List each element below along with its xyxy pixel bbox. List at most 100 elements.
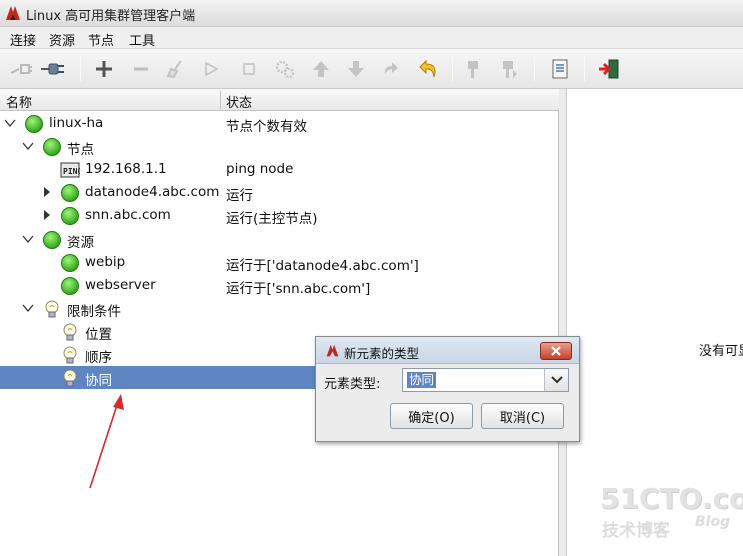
expand-arrow-right-icon[interactable] bbox=[41, 209, 53, 221]
lightbulb-icon bbox=[60, 345, 80, 365]
tree-row[interactable]: snn.abc.com 运行(主控节点) bbox=[0, 204, 559, 227]
tree-row-name: 位置 bbox=[85, 326, 112, 343]
menu-tools[interactable]: 工具 bbox=[127, 29, 157, 50]
column-name[interactable]: 名称 bbox=[6, 92, 32, 111]
element-type-dropdown-button[interactable] bbox=[544, 369, 568, 391]
tree-row[interactable]: 限制条件 bbox=[0, 297, 559, 320]
move-down-button[interactable] bbox=[343, 56, 369, 82]
view-xml-button[interactable] bbox=[547, 56, 573, 82]
tree-row-status: 运行(主控节点) bbox=[226, 211, 318, 228]
tree-row-status: 运行于['snn.abc.com'] bbox=[226, 280, 371, 297]
document-icon bbox=[552, 59, 568, 79]
disconnect-button[interactable] bbox=[8, 56, 34, 82]
column-status[interactable]: 状态 bbox=[226, 92, 252, 111]
expand-arrow-right-icon[interactable] bbox=[41, 186, 53, 198]
cancel-button[interactable]: 取消(C) bbox=[481, 403, 564, 429]
details-message: 没有可显 bbox=[699, 344, 743, 359]
cleanup-button[interactable] bbox=[163, 56, 189, 82]
tree-row[interactable]: webip 运行于['datanode4.abc.com'] bbox=[0, 251, 559, 274]
tree-row-name: webip bbox=[85, 253, 126, 270]
expand-arrow-down-icon[interactable] bbox=[22, 140, 34, 152]
tree-row-status: 运行于['datanode4.abc.com'] bbox=[226, 257, 419, 274]
element-type-select[interactable]: 协同 bbox=[402, 368, 569, 392]
watermark-brand: 51CTO.com bbox=[600, 482, 743, 515]
tree-row[interactable]: PING 192.168.1.1 ping node bbox=[0, 158, 559, 181]
menu-nodes[interactable]: 节点 bbox=[86, 29, 116, 50]
undo-icon bbox=[419, 59, 436, 78]
stop-button[interactable] bbox=[236, 56, 262, 82]
tree-row-name: 192.168.1.1 bbox=[85, 161, 167, 178]
tree-row-name: snn.abc.com bbox=[85, 207, 171, 224]
add-button[interactable] bbox=[91, 56, 117, 82]
linux-ha-logo-icon bbox=[326, 344, 339, 357]
green-circle-icon bbox=[60, 276, 80, 296]
broom-icon bbox=[166, 60, 182, 79]
green-circle-icon bbox=[60, 183, 80, 203]
green-circle-icon bbox=[60, 253, 80, 273]
start-button[interactable] bbox=[198, 56, 224, 82]
tree-row-status: ping node bbox=[226, 161, 294, 178]
expand-arrow-down-icon[interactable] bbox=[22, 302, 34, 314]
redo-button[interactable] bbox=[377, 56, 403, 82]
tree-row-name: 顺序 bbox=[85, 350, 112, 366]
svg-text:PING: PING bbox=[63, 167, 80, 176]
toolbar-separator bbox=[584, 57, 585, 81]
tree-row-name: 限制条件 bbox=[67, 303, 121, 320]
tree-row-name: datanode4.abc.com bbox=[85, 184, 220, 201]
watermark-sub: 技术博客 bbox=[602, 521, 670, 541]
tree-row-status: 运行 bbox=[226, 188, 253, 205]
menubar: 连接 资源 节点 工具 bbox=[0, 27, 743, 49]
manage-button[interactable] bbox=[272, 56, 298, 82]
element-type-label: 元素类型: bbox=[324, 377, 381, 392]
lightbulb-icon bbox=[42, 299, 62, 319]
window-titlebar: Linux 高可用集群管理客户端 bbox=[0, 0, 743, 27]
watermark: 51CTO.com 技术博客 Blog bbox=[600, 482, 743, 541]
expand-arrow-down-icon[interactable] bbox=[4, 117, 16, 129]
lightbulb-icon bbox=[60, 368, 80, 388]
close-icon bbox=[551, 346, 561, 356]
tree-row-name: 资源 bbox=[67, 234, 94, 251]
gears-icon bbox=[275, 60, 294, 78]
redo-icon bbox=[384, 62, 398, 74]
undo-button[interactable] bbox=[416, 56, 442, 82]
tree-row[interactable]: 节点 bbox=[0, 135, 559, 158]
linux-ha-logo-icon bbox=[6, 6, 20, 20]
tree-row-name: 节点 bbox=[67, 142, 94, 159]
arrow-up-icon bbox=[313, 61, 329, 77]
watermark-blog: Blog bbox=[695, 514, 731, 530]
exit-door-icon bbox=[599, 59, 619, 79]
toolbar-separator bbox=[80, 57, 81, 81]
menu-connect[interactable]: 连接 bbox=[8, 29, 38, 50]
toolbar-separator bbox=[534, 57, 535, 81]
toolbar-separator bbox=[452, 57, 453, 81]
ok-button[interactable]: 确定(O) bbox=[390, 403, 473, 429]
element-type-value[interactable]: 协同 bbox=[407, 372, 437, 388]
green-circle-icon bbox=[24, 114, 44, 134]
tree-row[interactable]: webserver 运行于['snn.abc.com'] bbox=[0, 274, 559, 297]
menu-resources[interactable]: 资源 bbox=[47, 29, 77, 50]
connect-button[interactable] bbox=[40, 56, 66, 82]
plug-icon bbox=[41, 63, 64, 75]
tree-row[interactable]: linux-ha 节点个数有效 bbox=[0, 112, 559, 135]
panel-splitter[interactable] bbox=[559, 89, 566, 556]
green-circle-icon bbox=[60, 206, 80, 226]
tree-column-header: 名称 状态 bbox=[0, 89, 559, 111]
unmigrate-button[interactable] bbox=[496, 56, 522, 82]
tree-row[interactable]: 资源 bbox=[0, 228, 559, 251]
arrow-down-icon bbox=[348, 61, 364, 77]
tree-row[interactable]: datanode4.abc.com 运行 bbox=[0, 181, 559, 204]
plug-disconnected-icon bbox=[10, 64, 32, 74]
lightbulb-icon bbox=[60, 322, 80, 342]
expand-arrow-down-icon[interactable] bbox=[22, 233, 34, 245]
move-up-button[interactable] bbox=[308, 56, 334, 82]
remove-button[interactable] bbox=[128, 56, 154, 82]
exit-button[interactable] bbox=[596, 56, 622, 82]
tree-row-name: 协同 bbox=[85, 373, 112, 390]
column-divider[interactable] bbox=[220, 91, 221, 109]
dialog-close-button[interactable] bbox=[540, 342, 572, 360]
dialog-title: 新元素的类型 bbox=[344, 346, 420, 361]
stop-icon bbox=[243, 63, 255, 75]
plus-icon bbox=[96, 61, 112, 77]
migrate-button[interactable] bbox=[461, 56, 487, 82]
tree-row-name: linux-ha bbox=[49, 115, 104, 131]
